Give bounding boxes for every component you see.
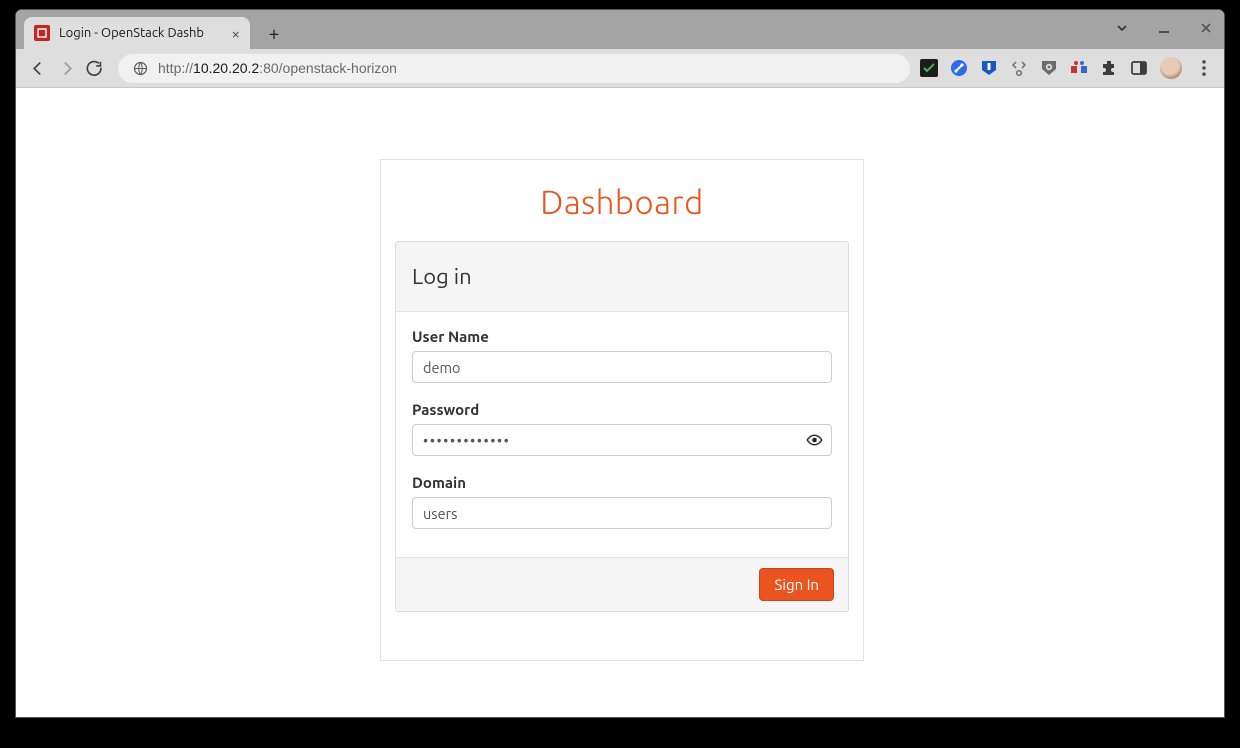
extension-icon-1[interactable] <box>920 59 938 77</box>
back-button[interactable] <box>24 54 52 82</box>
window-close-icon[interactable] <box>1194 16 1218 40</box>
browser-tab[interactable]: Login - OpenStack Dashb × <box>24 17 250 49</box>
sign-in-button[interactable]: Sign In <box>759 568 834 601</box>
extension-icon-3[interactable] <box>980 59 998 77</box>
url-host: 10.20.20.2 <box>193 60 259 76</box>
openstack-favicon <box>34 25 50 41</box>
browser-toolbar: http://10.20.20.2:80/openstack-horizon <box>16 49 1224 88</box>
extension-icons <box>920 57 1214 79</box>
site-info-icon[interactable] <box>132 60 148 76</box>
username-label: User Name <box>412 328 832 345</box>
brand-title: Dashboard <box>381 160 863 241</box>
browser-menu-icon[interactable] <box>1194 58 1214 78</box>
url-text: http://10.20.20.2:80/openstack-horizon <box>158 60 397 76</box>
window-minimize-icon[interactable] <box>1152 16 1176 40</box>
window-controls <box>1110 16 1218 40</box>
login-heading: Log in <box>396 242 848 312</box>
profile-avatar[interactable] <box>1160 57 1182 79</box>
extensions-menu-icon[interactable] <box>1100 59 1118 77</box>
password-label: Password <box>412 401 832 418</box>
browser-window: Login - OpenStack Dashb × + <box>15 9 1225 718</box>
extension-icon-5[interactable] <box>1040 59 1058 77</box>
tab-title: Login - OpenStack Dashb <box>59 26 226 40</box>
new-tab-button[interactable]: + <box>260 19 288 47</box>
reload-button[interactable] <box>80 54 108 82</box>
side-panel-icon[interactable] <box>1130 59 1148 77</box>
extension-icon-4[interactable] <box>1010 59 1028 77</box>
password-input[interactable] <box>412 424 832 456</box>
domain-label: Domain <box>412 474 832 491</box>
login-card: Dashboard Log in User Name Password <box>380 159 864 661</box>
window-menu-icon[interactable] <box>1110 16 1134 40</box>
page-viewport: Dashboard Log in User Name Password <box>16 88 1224 717</box>
password-field-group: Password <box>412 401 832 456</box>
tab-strip: Login - OpenStack Dashb × + <box>16 10 1224 49</box>
close-tab-icon[interactable]: × <box>232 26 240 41</box>
domain-field-group: Domain <box>412 474 832 529</box>
url-prefix: http:// <box>158 60 193 76</box>
username-input[interactable] <box>412 351 832 383</box>
extension-icon-2[interactable] <box>950 59 968 77</box>
extension-icon-6[interactable] <box>1070 59 1088 77</box>
login-form: User Name Password <box>396 312 848 557</box>
login-footer: Sign In <box>396 557 848 611</box>
card-gap <box>381 612 863 660</box>
username-field-group: User Name <box>412 328 832 383</box>
url-rest: :80/openstack-horizon <box>259 60 397 76</box>
address-bar[interactable]: http://10.20.20.2:80/openstack-horizon <box>118 54 910 83</box>
forward-button[interactable] <box>52 54 80 82</box>
login-panel: Log in User Name Password <box>395 241 849 612</box>
reveal-password-icon[interactable] <box>806 432 823 449</box>
domain-input[interactable] <box>412 497 832 529</box>
